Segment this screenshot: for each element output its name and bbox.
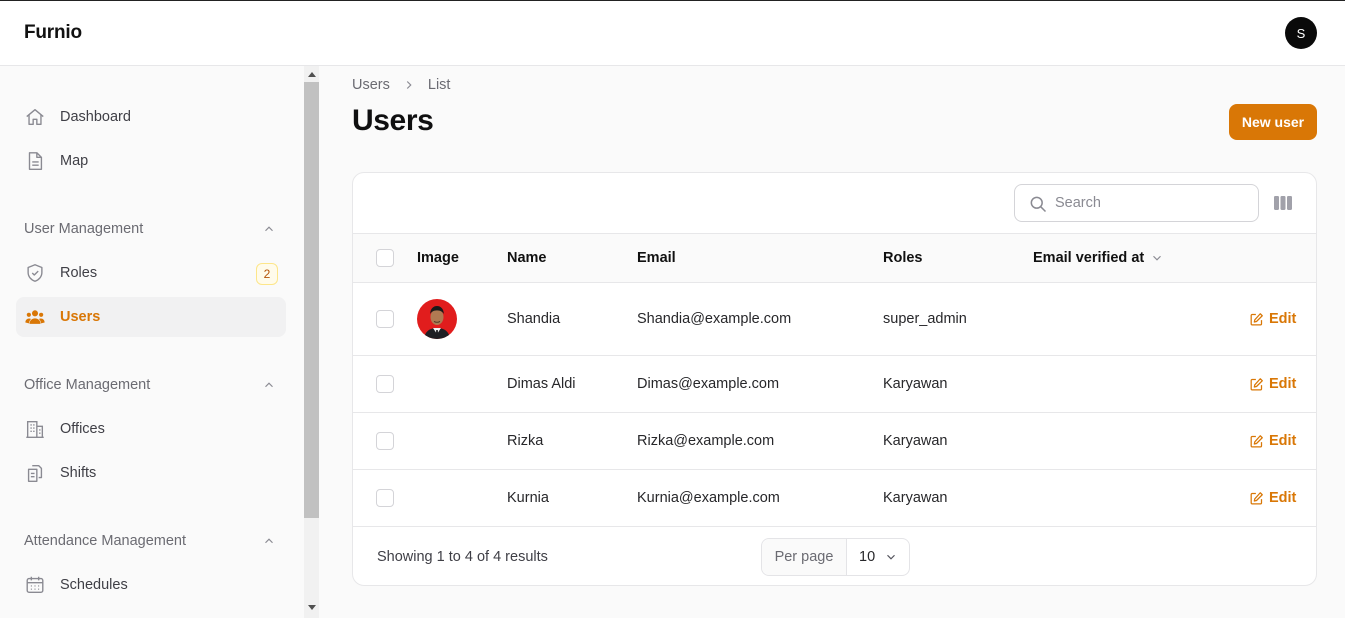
chevron-right-icon — [406, 81, 412, 89]
column-header-email: Email — [637, 250, 676, 266]
user-name: Dimas Aldi — [507, 376, 576, 392]
home-icon — [26, 108, 44, 126]
breadcrumb: Users List — [352, 77, 450, 93]
chevron-down-icon — [887, 554, 895, 560]
users-icon — [25, 310, 45, 324]
top-bar: Furnio S — [0, 0, 1345, 66]
edit-label: Edit — [1269, 490, 1297, 506]
pencil-square-icon — [1250, 377, 1263, 390]
document-icon — [28, 152, 43, 170]
user-photo — [417, 299, 457, 339]
per-page-select[interactable]: Per page 10 — [761, 538, 910, 576]
sidebar-item-schedules[interactable]: Schedules — [16, 565, 286, 605]
row-checkbox[interactable] — [376, 489, 394, 507]
sidebar-item-roles[interactable]: Roles 2 — [16, 253, 286, 293]
sidebar-item-users[interactable]: Users — [16, 297, 286, 337]
group-label-office-management[interactable]: Office Management — [24, 377, 150, 393]
chevron-up-icon[interactable] — [262, 534, 276, 548]
breadcrumb-item-list[interactable]: List — [428, 77, 451, 93]
table-header: Image Name Email Roles Email verified at — [353, 233, 1316, 283]
pencil-square-icon — [1250, 434, 1263, 447]
edit-link[interactable]: Edit — [1249, 311, 1296, 327]
column-header-image: Image — [417, 250, 459, 266]
user-role: Karyawan — [883, 490, 948, 506]
results-summary: Showing 1 to 4 of 4 results — [377, 549, 548, 565]
edit-label: Edit — [1269, 376, 1297, 392]
per-page-value[interactable]: 10 — [847, 539, 909, 575]
calendar-icon — [26, 576, 44, 594]
user-name: Kurnia — [507, 490, 549, 506]
select-all-checkbox[interactable] — [376, 249, 394, 267]
chevron-up-icon[interactable] — [262, 378, 276, 392]
sidebar-item-label: Offices — [60, 421, 105, 437]
edit-link[interactable]: Edit — [1249, 433, 1296, 449]
table-row[interactable]: Kurnia Kurnia@example.com Karyawan Edit — [353, 470, 1316, 527]
count-badge: 2 — [256, 263, 278, 285]
user-email: Rizka@example.com — [637, 433, 775, 449]
columns-toggle-icon[interactable] — [1273, 193, 1293, 213]
table-row[interactable]: Dimas Aldi Dimas@example.com Karyawan Ed… — [353, 356, 1316, 413]
sort-chevron-down-icon[interactable] — [1150, 251, 1164, 265]
sidebar-item-label: Users — [60, 309, 101, 325]
sidebar-item-label: Roles — [60, 265, 98, 281]
pencil-square-icon — [1250, 312, 1263, 325]
scroll-thumb[interactable] — [304, 82, 319, 518]
scroll-up-arrow[interactable] — [308, 72, 316, 77]
pencil-square-icon — [1250, 491, 1263, 504]
edit-label: Edit — [1269, 311, 1297, 327]
per-page-number: 10 — [859, 549, 876, 565]
column-header-email-verified-at[interactable]: Email verified at — [1033, 250, 1164, 266]
column-header-roles: Roles — [883, 250, 923, 266]
sidebar-scrollbar[interactable] — [304, 66, 319, 618]
sidebar-item-label: Schedules — [60, 577, 128, 593]
page-title: Users — [352, 104, 434, 137]
per-page-label: Per page — [762, 539, 847, 575]
search-input[interactable] — [1055, 193, 1250, 213]
sidebar-item-map[interactable]: Map — [16, 141, 286, 181]
sidebar-item-shifts[interactable]: Shifts — [16, 453, 286, 493]
user-name: Shandia — [507, 311, 561, 327]
search-icon — [1030, 196, 1047, 213]
user-email: Kurnia@example.com — [637, 490, 780, 506]
sidebar: Dashboard Map User Management Roles 2 Us… — [0, 66, 304, 618]
user-name: Rizka — [507, 433, 544, 449]
table-row[interactable]: Rizka Rizka@example.com Karyawan Edit — [353, 413, 1316, 470]
sidebar-item-offices[interactable]: Offices — [16, 409, 286, 449]
users-table-card: Image Name Email Roles Email verified at… — [352, 172, 1317, 586]
building-icon — [26, 420, 44, 438]
chevron-up-icon[interactable] — [262, 222, 276, 236]
user-email: Dimas@example.com — [637, 376, 780, 392]
edit-link[interactable]: Edit — [1249, 490, 1296, 506]
user-avatar[interactable]: S — [1285, 17, 1317, 49]
search-field[interactable] — [1014, 184, 1259, 222]
sidebar-item-label: Map — [60, 153, 89, 169]
column-header-label: Email verified at — [1033, 250, 1145, 266]
breadcrumb-item-users[interactable]: Users — [352, 77, 390, 93]
group-label-attendance-management[interactable]: Attendance Management — [24, 533, 186, 549]
table-row[interactable]: Shandia Shandia@example.com super_admin … — [353, 283, 1316, 356]
brand-logo[interactable]: Furnio — [24, 22, 82, 44]
user-role: super_admin — [883, 311, 967, 327]
clipboard-stack-icon — [27, 464, 43, 482]
user-role: Karyawan — [883, 376, 948, 392]
user-email: Shandia@example.com — [637, 311, 792, 327]
group-label-user-management[interactable]: User Management — [24, 221, 143, 237]
new-user-button[interactable]: New user — [1229, 104, 1317, 140]
sidebar-item-label: Shifts — [60, 465, 97, 481]
shield-check-icon — [27, 264, 43, 282]
column-header-name: Name — [507, 250, 547, 266]
edit-label: Edit — [1269, 433, 1297, 449]
row-checkbox[interactable] — [376, 432, 394, 450]
sidebar-item-dashboard[interactable]: Dashboard — [16, 97, 286, 137]
scroll-down-arrow[interactable] — [308, 605, 316, 610]
sidebar-item-label: Dashboard — [60, 109, 131, 125]
row-checkbox[interactable] — [376, 375, 394, 393]
edit-link[interactable]: Edit — [1249, 376, 1296, 392]
user-role: Karyawan — [883, 433, 948, 449]
row-checkbox[interactable] — [376, 310, 394, 328]
